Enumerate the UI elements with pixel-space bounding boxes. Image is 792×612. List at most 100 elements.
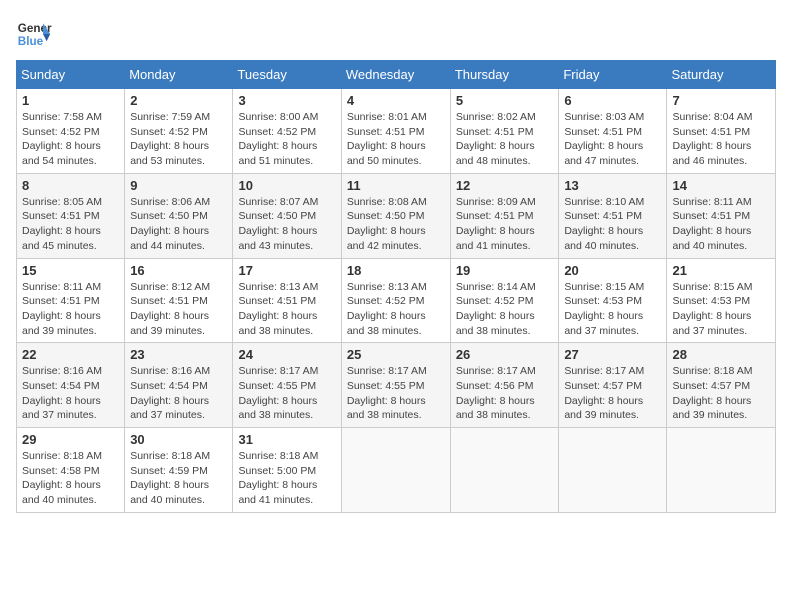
day-info: Sunrise: 8:05 AM Sunset: 4:51 PM Dayligh… — [22, 195, 119, 254]
day-number: 19 — [456, 263, 554, 278]
day-number: 23 — [130, 347, 227, 362]
calendar-cell: 9 Sunrise: 8:06 AM Sunset: 4:50 PM Daylig… — [125, 173, 233, 258]
day-info: Sunrise: 8:14 AM Sunset: 4:52 PM Dayligh… — [456, 280, 554, 339]
calendar-cell: 25 Sunrise: 8:17 AM Sunset: 4:55 PM Dayli… — [341, 343, 450, 428]
calendar-cell: 6 Sunrise: 8:03 AM Sunset: 4:51 PM Daylig… — [559, 89, 667, 174]
day-info: Sunrise: 8:01 AM Sunset: 4:51 PM Dayligh… — [347, 110, 445, 169]
calendar-cell: 11 Sunrise: 8:08 AM Sunset: 4:50 PM Dayli… — [341, 173, 450, 258]
calendar-cell: 30 Sunrise: 8:18 AM Sunset: 4:59 PM Dayli… — [125, 428, 233, 513]
day-info: Sunrise: 8:15 AM Sunset: 4:53 PM Dayligh… — [564, 280, 661, 339]
calendar-cell: 31 Sunrise: 8:18 AM Sunset: 5:00 PM Dayli… — [233, 428, 341, 513]
week-row-5: 29Sunrise: 8:18 AM Sunset: 4:58 PM Dayli… — [17, 428, 776, 513]
calendar-cell: 29Sunrise: 8:18 AM Sunset: 4:58 PM Dayli… — [17, 428, 125, 513]
day-number: 7 — [672, 93, 770, 108]
calendar-cell: 1 Sunrise: 7:58 AM Sunset: 4:52 PM Daylig… — [17, 89, 125, 174]
day-number: 13 — [564, 178, 661, 193]
weekday-header-row: SundayMondayTuesdayWednesdayThursdayFrid… — [17, 61, 776, 89]
calendar-cell: 19 Sunrise: 8:14 AM Sunset: 4:52 PM Dayli… — [450, 258, 559, 343]
header: General Blue — [16, 16, 776, 52]
day-number: 8 — [22, 178, 119, 193]
day-info: Sunrise: 8:07 AM Sunset: 4:50 PM Dayligh… — [238, 195, 335, 254]
day-info: Sunrise: 8:06 AM Sunset: 4:50 PM Dayligh… — [130, 195, 227, 254]
calendar-cell: 13 Sunrise: 8:10 AM Sunset: 4:51 PM Dayli… — [559, 173, 667, 258]
week-row-4: 22Sunrise: 8:16 AM Sunset: 4:54 PM Dayli… — [17, 343, 776, 428]
day-number: 16 — [130, 263, 227, 278]
day-number: 2 — [130, 93, 227, 108]
svg-text:Blue: Blue — [18, 35, 44, 48]
day-info: Sunrise: 8:17 AM Sunset: 4:57 PM Dayligh… — [564, 364, 661, 423]
week-row-2: 8 Sunrise: 8:05 AM Sunset: 4:51 PM Daylig… — [17, 173, 776, 258]
calendar-cell: 18Sunrise: 8:13 AM Sunset: 4:52 PM Dayli… — [341, 258, 450, 343]
calendar-cell: 8 Sunrise: 8:05 AM Sunset: 4:51 PM Daylig… — [17, 173, 125, 258]
logo: General Blue — [16, 16, 52, 52]
calendar-cell: 24 Sunrise: 8:17 AM Sunset: 4:55 PM Dayli… — [233, 343, 341, 428]
calendar-cell: 28Sunrise: 8:18 AM Sunset: 4:57 PM Dayli… — [667, 343, 776, 428]
day-number: 21 — [672, 263, 770, 278]
calendar-cell: 5 Sunrise: 8:02 AM Sunset: 4:51 PM Daylig… — [450, 89, 559, 174]
calendar-cell: 12 Sunrise: 8:09 AM Sunset: 4:51 PM Dayli… — [450, 173, 559, 258]
day-number: 26 — [456, 347, 554, 362]
calendar-cell: 20 Sunrise: 8:15 AM Sunset: 4:53 PM Dayli… — [559, 258, 667, 343]
calendar-cell: 23Sunrise: 8:16 AM Sunset: 4:54 PM Dayli… — [125, 343, 233, 428]
day-info: Sunrise: 8:17 AM Sunset: 4:55 PM Dayligh… — [347, 364, 445, 423]
day-number: 5 — [456, 93, 554, 108]
calendar-cell: 22Sunrise: 8:16 AM Sunset: 4:54 PM Dayli… — [17, 343, 125, 428]
day-number: 24 — [238, 347, 335, 362]
day-number: 14 — [672, 178, 770, 193]
day-info: Sunrise: 8:10 AM Sunset: 4:51 PM Dayligh… — [564, 195, 661, 254]
day-info: Sunrise: 8:04 AM Sunset: 4:51 PM Dayligh… — [672, 110, 770, 169]
calendar-cell: 15Sunrise: 8:11 AM Sunset: 4:51 PM Dayli… — [17, 258, 125, 343]
weekday-header-wednesday: Wednesday — [341, 61, 450, 89]
day-number: 12 — [456, 178, 554, 193]
day-info: Sunrise: 8:09 AM Sunset: 4:51 PM Dayligh… — [456, 195, 554, 254]
day-number: 20 — [564, 263, 661, 278]
weekday-header-monday: Monday — [125, 61, 233, 89]
day-number: 4 — [347, 93, 445, 108]
day-info: Sunrise: 8:11 AM Sunset: 4:51 PM Dayligh… — [22, 280, 119, 339]
day-number: 29 — [22, 432, 119, 447]
day-number: 3 — [238, 93, 335, 108]
day-info: Sunrise: 8:16 AM Sunset: 4:54 PM Dayligh… — [22, 364, 119, 423]
calendar-cell: 7 Sunrise: 8:04 AM Sunset: 4:51 PM Daylig… — [667, 89, 776, 174]
day-number: 30 — [130, 432, 227, 447]
weekday-header-thursday: Thursday — [450, 61, 559, 89]
day-info: Sunrise: 8:00 AM Sunset: 4:52 PM Dayligh… — [238, 110, 335, 169]
weekday-header-sunday: Sunday — [17, 61, 125, 89]
day-info: Sunrise: 8:12 AM Sunset: 4:51 PM Dayligh… — [130, 280, 227, 339]
weekday-header-friday: Friday — [559, 61, 667, 89]
day-number: 31 — [238, 432, 335, 447]
day-info: Sunrise: 7:58 AM Sunset: 4:52 PM Dayligh… — [22, 110, 119, 169]
calendar-cell — [559, 428, 667, 513]
day-info: Sunrise: 8:13 AM Sunset: 4:52 PM Dayligh… — [347, 280, 445, 339]
logo-icon: General Blue — [16, 16, 52, 52]
day-number: 11 — [347, 178, 445, 193]
calendar-cell — [450, 428, 559, 513]
calendar-cell: 10Sunrise: 8:07 AM Sunset: 4:50 PM Dayli… — [233, 173, 341, 258]
calendar-cell: 27 Sunrise: 8:17 AM Sunset: 4:57 PM Dayli… — [559, 343, 667, 428]
day-info: Sunrise: 8:17 AM Sunset: 4:55 PM Dayligh… — [238, 364, 335, 423]
day-info: Sunrise: 8:18 AM Sunset: 4:57 PM Dayligh… — [672, 364, 770, 423]
weekday-header-saturday: Saturday — [667, 61, 776, 89]
week-row-3: 15Sunrise: 8:11 AM Sunset: 4:51 PM Dayli… — [17, 258, 776, 343]
day-number: 27 — [564, 347, 661, 362]
day-number: 25 — [347, 347, 445, 362]
day-info: Sunrise: 8:08 AM Sunset: 4:50 PM Dayligh… — [347, 195, 445, 254]
calendar-cell: 21 Sunrise: 8:15 AM Sunset: 4:53 PM Dayli… — [667, 258, 776, 343]
calendar-cell: 4 Sunrise: 8:01 AM Sunset: 4:51 PM Daylig… — [341, 89, 450, 174]
day-number: 9 — [130, 178, 227, 193]
day-info: Sunrise: 8:03 AM Sunset: 4:51 PM Dayligh… — [564, 110, 661, 169]
day-info: Sunrise: 8:18 AM Sunset: 4:59 PM Dayligh… — [130, 449, 227, 508]
day-number: 1 — [22, 93, 119, 108]
calendar-cell — [341, 428, 450, 513]
weekday-header-tuesday: Tuesday — [233, 61, 341, 89]
calendar-cell: 16 Sunrise: 8:12 AM Sunset: 4:51 PM Dayli… — [125, 258, 233, 343]
day-info: Sunrise: 8:15 AM Sunset: 4:53 PM Dayligh… — [672, 280, 770, 339]
day-number: 6 — [564, 93, 661, 108]
day-info: Sunrise: 8:18 AM Sunset: 5:00 PM Dayligh… — [238, 449, 335, 508]
day-info: Sunrise: 7:59 AM Sunset: 4:52 PM Dayligh… — [130, 110, 227, 169]
day-info: Sunrise: 8:11 AM Sunset: 4:51 PM Dayligh… — [672, 195, 770, 254]
day-info: Sunrise: 8:02 AM Sunset: 4:51 PM Dayligh… — [456, 110, 554, 169]
day-info: Sunrise: 8:13 AM Sunset: 4:51 PM Dayligh… — [238, 280, 335, 339]
calendar-cell — [667, 428, 776, 513]
calendar-cell: 17Sunrise: 8:13 AM Sunset: 4:51 PM Dayli… — [233, 258, 341, 343]
